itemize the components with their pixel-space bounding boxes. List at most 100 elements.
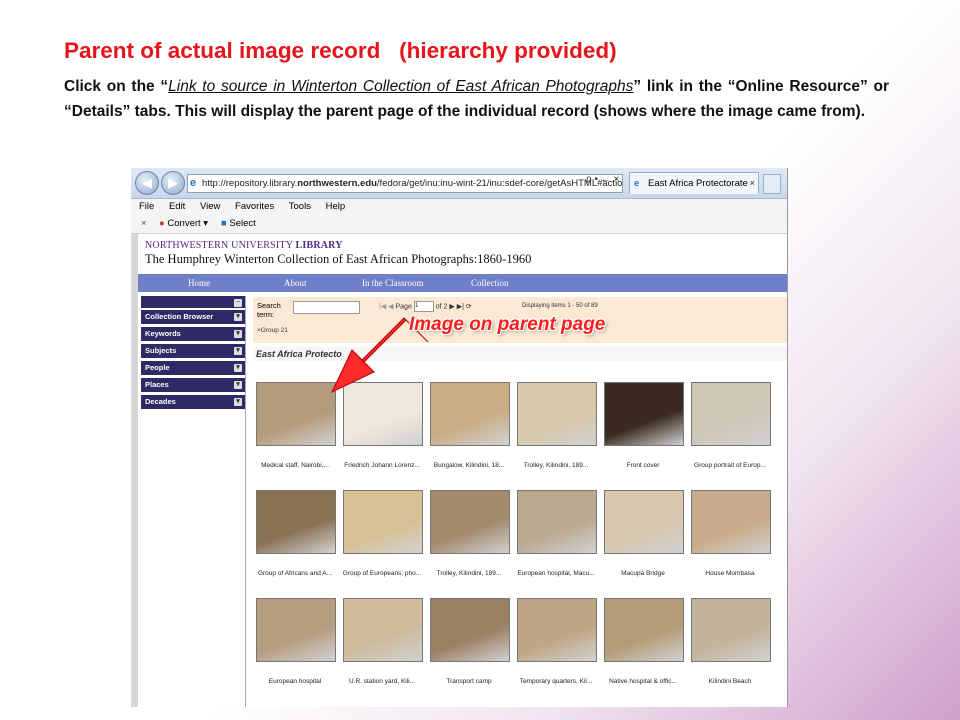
select-label: Select: [229, 218, 256, 229]
address-controls[interactable]: ρ • ← ×: [586, 174, 619, 185]
nav-home[interactable]: Home: [188, 274, 210, 292]
facet-places[interactable]: Places ▾: [141, 378, 245, 392]
site-nav: Home About In the Classroom Collection: [138, 274, 787, 292]
thumbnail-caption[interactable]: European hospital: [248, 678, 342, 685]
back-arrow-icon[interactable]: ◀: [135, 171, 159, 195]
thumbnail-caption[interactable]: European hospital, Macu...: [509, 570, 603, 577]
web-page: NORTHWESTERN UNIVERSITY LIBRARY The Hump…: [131, 234, 787, 707]
url-domain: northwestern.edu: [297, 178, 377, 189]
source-link-text: Link to source in Winterton Collection o…: [168, 78, 634, 95]
page-total: of 2: [435, 303, 448, 311]
nav-classroom[interactable]: In the Classroom: [362, 274, 424, 292]
thumbnail-image[interactable]: [343, 490, 423, 554]
menu-edit[interactable]: Edit: [169, 201, 185, 212]
thumbnail-image[interactable]: [691, 598, 771, 662]
thumbnail-image[interactable]: [256, 598, 336, 662]
thumbnail-caption[interactable]: Group of Europeans; pho...: [335, 570, 429, 577]
thumbnail-caption[interactable]: Group of Africans and A...: [248, 570, 342, 577]
expand-icon[interactable]: ▾: [234, 398, 242, 406]
next-page-icon[interactable]: ▶: [449, 303, 454, 310]
thumbnail-image[interactable]: [517, 598, 597, 662]
instructions-prefix: Click on the “: [64, 78, 169, 95]
thumbnail-caption[interactable]: Trolley, Kilindini, 189...: [509, 462, 603, 469]
facet-decades[interactable]: Decades ▾: [141, 395, 245, 409]
select-icon: ■: [221, 218, 227, 229]
thumbnail-caption[interactable]: Transport camp: [422, 678, 516, 685]
thumbnail-caption[interactable]: Bungalow, Kilindini, 18...: [422, 462, 516, 469]
browser-tab[interactable]: e East Africa Protectorate ×: [629, 172, 759, 194]
facet-keywords[interactable]: Keywords ▾: [141, 327, 245, 341]
search-label: Search term:: [257, 301, 281, 319]
slide-instructions: Click on the “Link to source in Winterto…: [64, 74, 889, 124]
thumbnail-image[interactable]: [256, 490, 336, 554]
library-name[interactable]: NORTHWESTERN UNIVERSITY LIBRARY: [145, 240, 531, 251]
expand-icon[interactable]: ▾: [234, 364, 242, 372]
ie-logo-icon: e: [190, 177, 197, 189]
expand-icon[interactable]: ▾: [234, 347, 242, 355]
facet-label: Keywords: [145, 329, 181, 338]
facet-collection-browser[interactable]: Collection Browser ▾: [141, 310, 245, 324]
new-tab-button[interactable]: [763, 174, 781, 194]
collapse-icon[interactable]: −: [234, 299, 242, 307]
menu-help[interactable]: Help: [326, 201, 346, 212]
menu-tools[interactable]: Tools: [289, 201, 311, 212]
refresh-icon[interactable]: ⟳: [466, 303, 472, 310]
menu-favorites[interactable]: Favorites: [235, 201, 274, 212]
thumbnail-image[interactable]: [343, 598, 423, 662]
select-button[interactable]: ■ Select: [221, 215, 256, 233]
thumbnail-caption[interactable]: House Mombasa: [683, 570, 777, 577]
expand-icon[interactable]: ▾: [234, 313, 242, 321]
address-bar[interactable]: e http://repository.library.northwestern…: [187, 174, 623, 193]
menu-view[interactable]: View: [200, 201, 220, 212]
facet-label: Subjects: [145, 346, 177, 355]
thumbnail-image[interactable]: [604, 598, 684, 662]
convert-button[interactable]: ● Convert ▾: [159, 215, 208, 233]
thumbnail-image[interactable]: [691, 382, 771, 446]
expand-icon[interactable]: ▾: [234, 381, 242, 389]
forward-arrow-icon[interactable]: ▶: [161, 171, 185, 195]
facet-subjects[interactable]: Subjects ▾: [141, 344, 245, 358]
thumbnail-image[interactable]: [517, 382, 597, 446]
thumbnail-image[interactable]: [604, 382, 684, 446]
facet-sidebar: − Collection Browser ▾ Keywords ▾ Subjects…: [141, 296, 246, 707]
thumbnail-caption[interactable]: Group portrait of Europ...: [683, 462, 777, 469]
thumbnail-caption[interactable]: Medical staff, Nairobi,...: [248, 462, 342, 469]
group-filter-tag[interactable]: ×Group 21: [257, 327, 288, 334]
expand-icon[interactable]: ▾: [234, 330, 242, 338]
library-name-bold: LIBRARY: [295, 240, 343, 251]
facet-label: Decades: [145, 397, 176, 406]
thumbnail-image[interactable]: [256, 382, 336, 446]
thumbnail-caption[interactable]: Macupa Bridge: [596, 570, 690, 577]
thumbnail-caption[interactable]: U.R. station yard, Kili...: [335, 678, 429, 685]
facet-people[interactable]: People ▾: [141, 361, 245, 375]
thumbnail-caption[interactable]: Temporary quarters, Kil...: [509, 678, 603, 685]
thumbnail-caption[interactable]: Friedrich Johann Lorenz...: [335, 462, 429, 469]
convert-label: Convert: [167, 218, 201, 229]
thumbnail-image[interactable]: [430, 490, 510, 554]
library-header: NORTHWESTERN UNIVERSITY LIBRARY The Hump…: [145, 240, 531, 267]
facet-label: Collection Browser: [145, 312, 214, 321]
thumbnail-image[interactable]: [517, 490, 597, 554]
callout-label: Image on parent page: [409, 314, 606, 335]
nav-about[interactable]: About: [284, 274, 307, 292]
thumbnail-image[interactable]: [604, 490, 684, 554]
menu-bar: File Edit View Favorites Tools Help: [131, 199, 787, 215]
close-toolbar-icon[interactable]: ×: [141, 215, 147, 233]
thumbnail-image[interactable]: [430, 598, 510, 662]
thumbnail-caption[interactable]: Front cover: [596, 462, 690, 469]
tab-close-icon[interactable]: ×: [749, 173, 755, 194]
thumbnail-caption[interactable]: Trolley, Kilindini, 189...: [422, 570, 516, 577]
menu-file[interactable]: File: [139, 201, 154, 212]
thumbnail-image[interactable]: [691, 490, 771, 554]
last-page-icon[interactable]: ▶|: [457, 303, 464, 310]
command-bar: × ● Convert ▾ ■ Select: [131, 215, 787, 234]
nav-collection[interactable]: Collection: [471, 274, 509, 292]
thumbnail-image[interactable]: [430, 382, 510, 446]
slide-title: Parent of actual image record (hierarchy…: [64, 38, 617, 63]
thumbnail-caption[interactable]: Native hospital & offic...: [596, 678, 690, 685]
url-prefix: http://repository.library.: [202, 178, 298, 189]
tab-ie-icon: e: [634, 178, 640, 189]
thumbnail-caption[interactable]: Kilindini Beach: [683, 678, 777, 685]
browser-screenshot: ◀ ▶ e http://repository.library.northwes…: [131, 168, 788, 707]
collection-title: The Humphrey Winterton Collection of Eas…: [145, 252, 532, 266]
